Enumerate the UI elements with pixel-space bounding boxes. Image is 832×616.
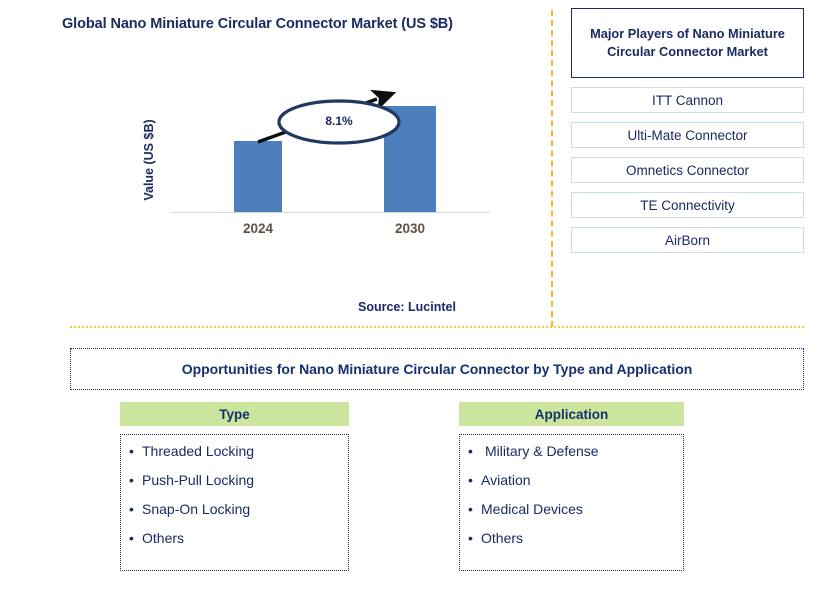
bullet-icon: • (468, 530, 473, 546)
player-item: ITT Cannon (571, 87, 804, 113)
cagr-value: 8.1% (325, 114, 353, 128)
player-label: Ulti-Mate Connector (627, 127, 748, 143)
application-list: • Military & Defense • Aviation • Medica… (459, 434, 684, 571)
bullet-icon: • (129, 501, 134, 517)
bullet-icon: • (129, 530, 134, 546)
chart-title: Global Nano Miniature Circular Connector… (62, 16, 453, 32)
player-item: AirBorn (571, 227, 804, 253)
bullet-icon: • (129, 472, 134, 488)
bar-chart: Value (US $B) 8.1% 2024 2030 (142, 89, 490, 245)
plot-area: 8.1% 2024 2030 (172, 89, 490, 236)
list-item: • Others (468, 531, 683, 560)
bullet-icon: • (468, 443, 473, 459)
major-players-panel: Major Players of Nano Miniature Circular… (571, 8, 804, 253)
player-item: Ulti-Mate Connector (571, 122, 804, 148)
x-tick-2024: 2024 (242, 221, 274, 236)
list-item-label: Others (481, 530, 524, 546)
major-players-title: Major Players of Nano Miniature Circular… (571, 8, 804, 78)
type-list: • Threaded Locking • Push-Pull Locking •… (120, 434, 349, 571)
player-label: TE Connectivity (640, 197, 735, 213)
list-item-label: Others (142, 530, 185, 546)
bullet-icon: • (468, 472, 473, 488)
list-item: • Medical Devices (468, 502, 683, 531)
list-item: • Threaded Locking (129, 444, 348, 473)
list-item-label: Aviation (481, 472, 531, 488)
list-item-label: Medical Devices (481, 501, 583, 517)
list-item-label: Push-Pull Locking (142, 472, 255, 488)
source-note: Source: Lucintel (358, 300, 456, 314)
vertical-divider (551, 10, 553, 327)
list-item: • Others (129, 531, 348, 560)
list-item-label: Threaded Locking (142, 443, 255, 459)
horizontal-divider (70, 326, 804, 328)
type-column-header: Type (120, 402, 349, 426)
bullet-icon: • (468, 501, 473, 517)
list-item-label: Military & Defense (485, 443, 599, 459)
list-item: • Military & Defense (468, 444, 683, 473)
player-item: TE Connectivity (571, 192, 804, 218)
y-axis-label: Value (US $B) (142, 119, 156, 201)
application-column: Application • Military & Defense • Aviat… (459, 402, 684, 571)
cagr-callout: 8.1% (275, 93, 403, 151)
player-label: Omnetics Connector (625, 162, 750, 178)
list-item: • Push-Pull Locking (129, 473, 348, 502)
player-item: Omnetics Connector (571, 157, 804, 183)
list-item: • Snap-On Locking (129, 502, 348, 531)
x-tick-2030: 2030 (394, 221, 426, 236)
player-label: AirBorn (664, 232, 710, 248)
infographic-canvas: Global Nano Miniature Circular Connector… (0, 0, 832, 616)
list-item-label: Snap-On Locking (142, 501, 251, 517)
application-column-header: Application (459, 402, 684, 426)
type-column: Type • Threaded Locking • Push-Pull Lock… (120, 402, 349, 571)
player-label: ITT Cannon (651, 92, 724, 108)
list-item: • Aviation (468, 473, 683, 502)
bullet-icon: • (129, 443, 134, 459)
opportunities-banner: Opportunities for Nano Miniature Circula… (70, 348, 804, 390)
